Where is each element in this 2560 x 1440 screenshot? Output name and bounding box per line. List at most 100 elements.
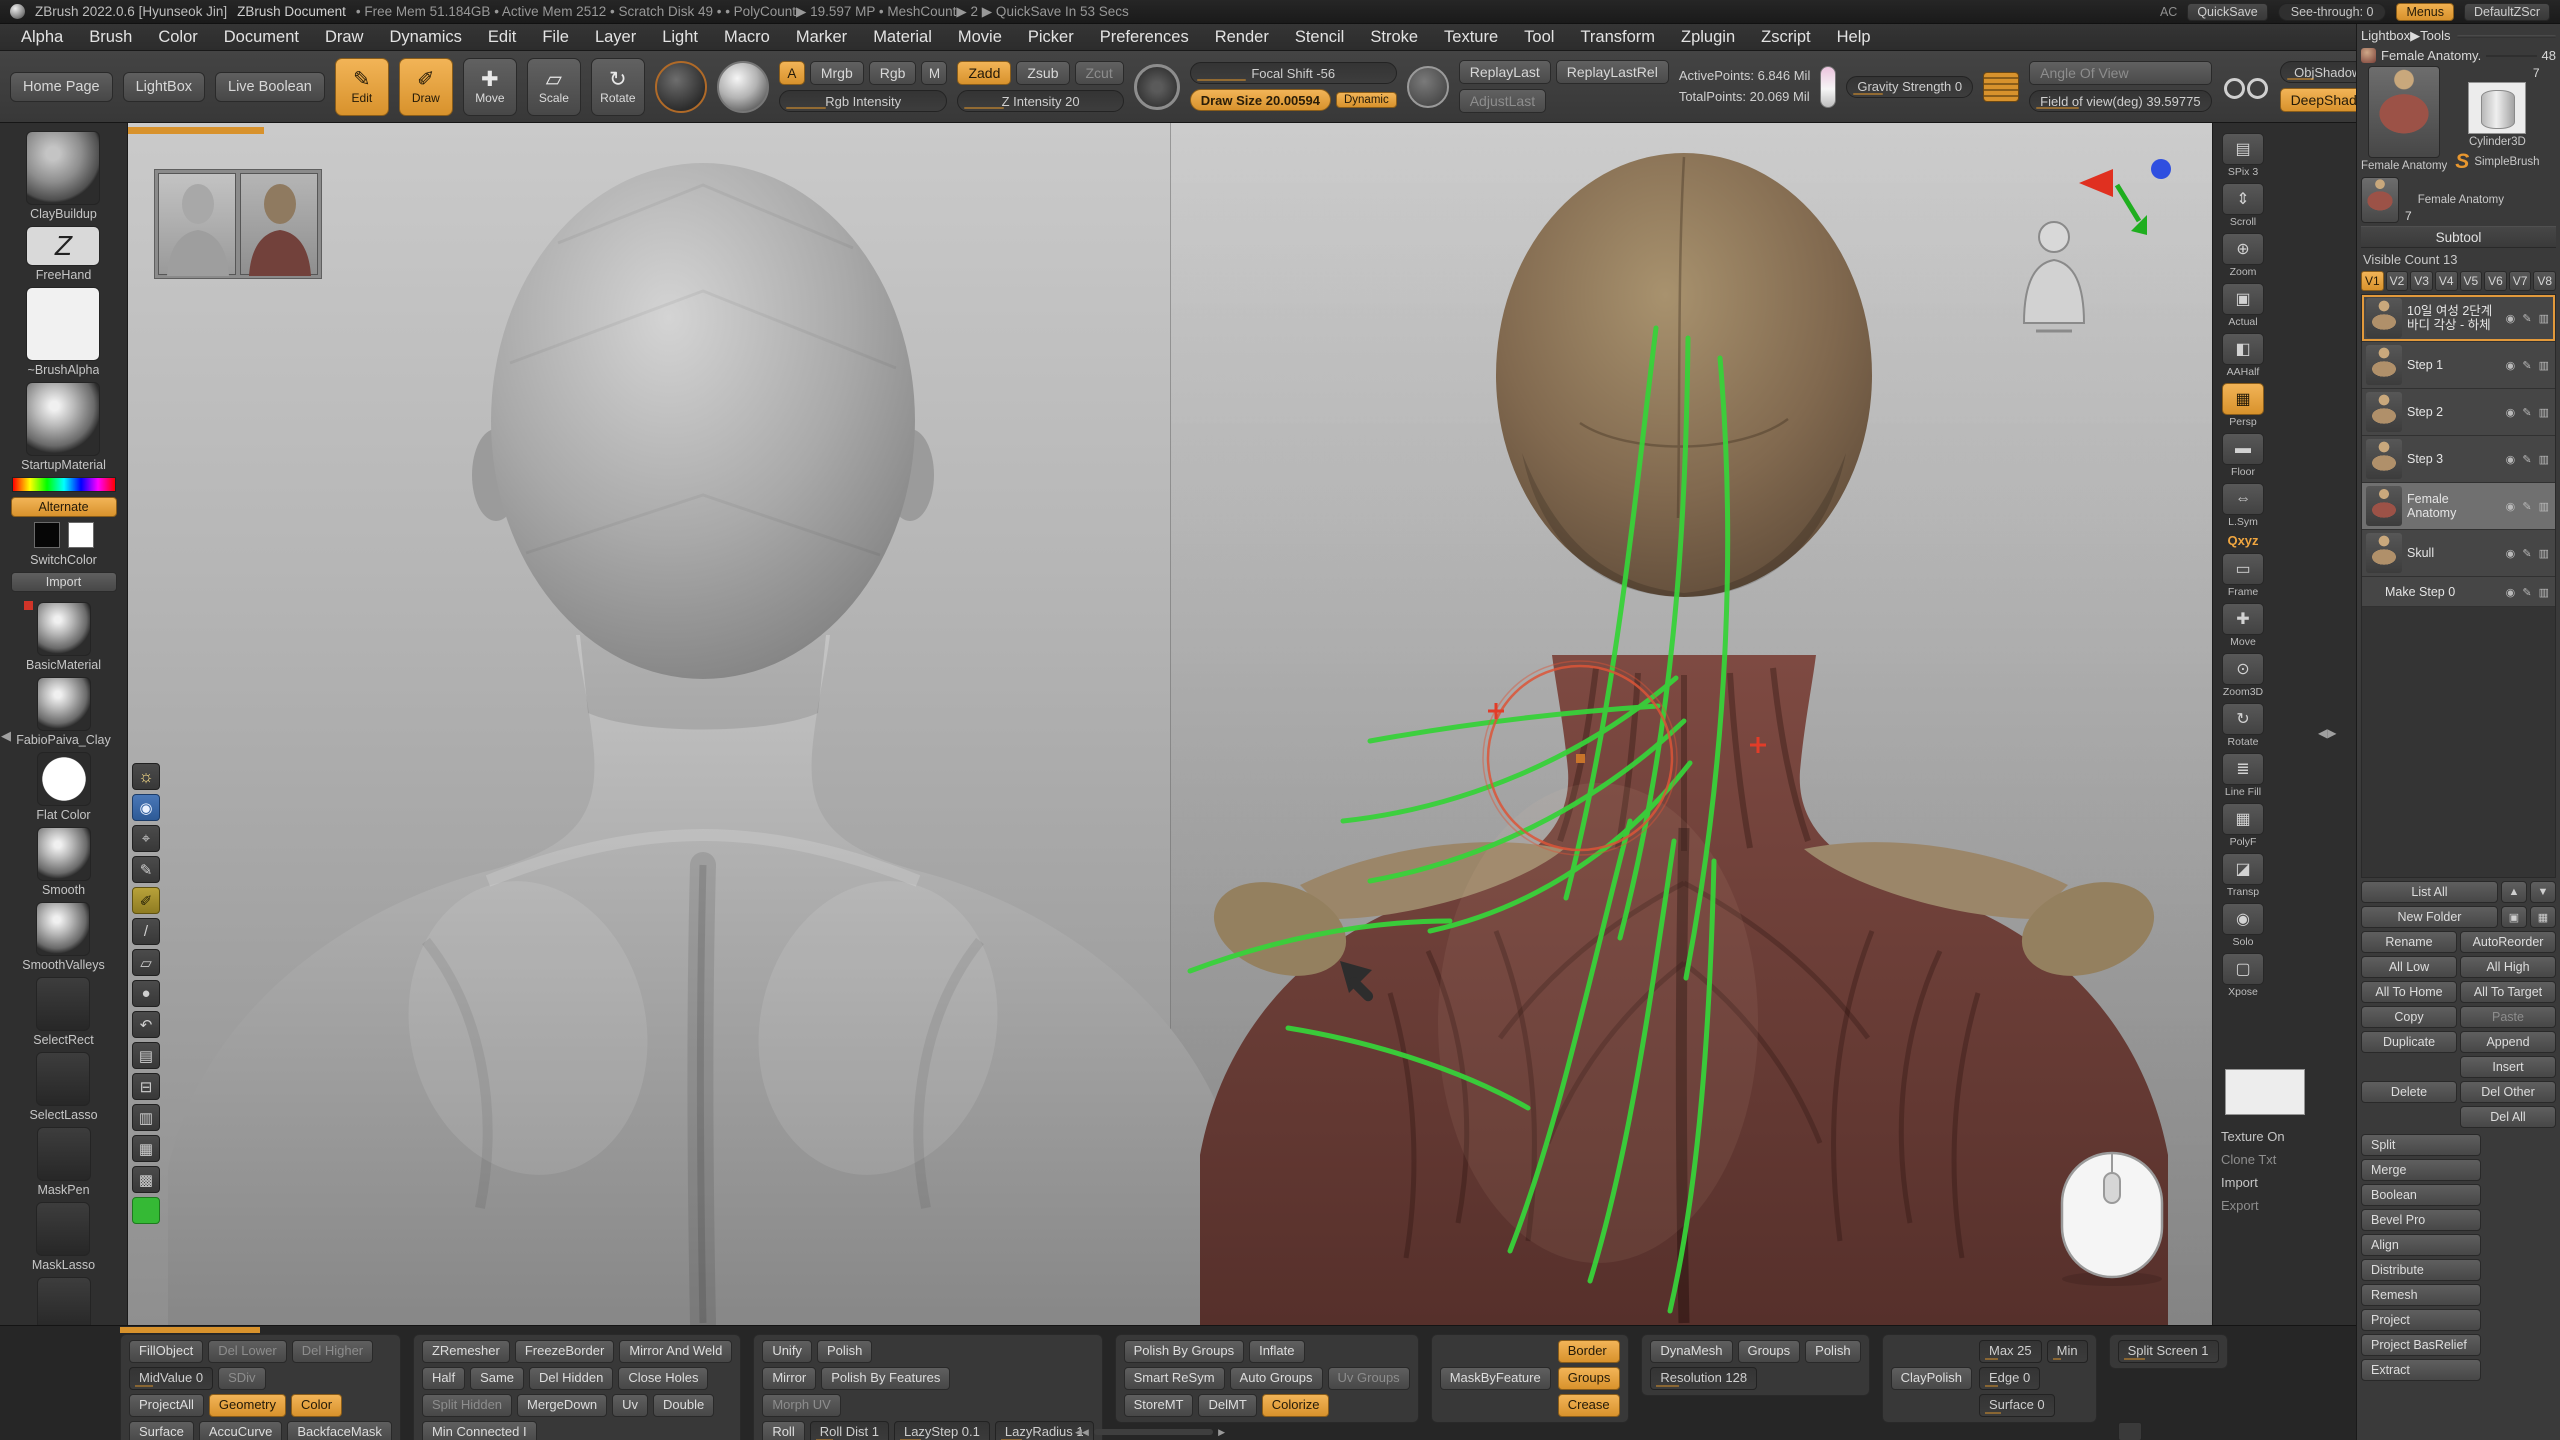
panel-button[interactable]: Geometry	[209, 1394, 286, 1417]
switch-color-button[interactable]: SwitchColor	[30, 553, 97, 567]
panel-button[interactable]: Polish By Groups	[1124, 1340, 1244, 1363]
panel-button[interactable]: MergeDown	[517, 1394, 607, 1417]
maskbyfeature-button[interactable]: MaskByFeature	[1440, 1367, 1551, 1390]
subtool-action-button[interactable]: Append	[2460, 1031, 2556, 1053]
panel-button[interactable]: Color	[291, 1394, 342, 1417]
panel-button[interactable]: Mirror	[762, 1367, 816, 1390]
tool-thumbnail-simplebrush[interactable]: S SimpleBrush	[2455, 150, 2539, 174]
subtool-row[interactable]: Make Step 0	[2362, 577, 2555, 607]
texture-palette-item[interactable]: Export	[2221, 1198, 2285, 1213]
panel-button[interactable]: Unify	[762, 1340, 812, 1363]
trash-icon[interactable]: ⊟	[132, 1073, 160, 1100]
menu-item[interactable]: Document	[211, 26, 312, 49]
left-tray-collapse-handle[interactable]	[1, 728, 11, 744]
subtool-action-button[interactable]: All To Target	[2460, 981, 2556, 1003]
subtool-version-tab[interactable]: V3	[2410, 271, 2433, 291]
eraser-icon[interactable]: ▱	[132, 949, 160, 976]
panel-button[interactable]: Split Hidden	[422, 1394, 512, 1417]
menu-item[interactable]: Macro	[711, 26, 783, 49]
zsub-button[interactable]: Zsub	[1016, 61, 1069, 85]
edit-button[interactable]: ✎ Edit	[335, 58, 389, 116]
panel-button[interactable]: Border	[1558, 1340, 1621, 1363]
subtool-row-icons[interactable]	[2506, 403, 2551, 421]
panel-button[interactable]: Smart ReSym	[1124, 1367, 1225, 1390]
right-panel-resize-handle[interactable]	[2318, 726, 2336, 740]
clipboard-icon[interactable]: ▥	[132, 1104, 160, 1131]
brush-slot[interactable]: FreeHand	[26, 226, 100, 282]
dynamic-toggle[interactable]: Dynamic	[1336, 92, 1397, 108]
zadd-button[interactable]: Zadd	[957, 61, 1011, 85]
zcut-button[interactable]: Zcut	[1075, 61, 1124, 85]
linefill-button[interactable]: ≣ Line Fill	[2217, 753, 2269, 798]
subtool-row[interactable]: 10일 여성 2단계 바디 각상 - 하체	[2362, 295, 2555, 342]
menu-item[interactable]: File	[529, 26, 582, 49]
xpose-button[interactable]: ▢ Xpose	[2217, 953, 2269, 998]
grid-icon[interactable]: ▦	[132, 1135, 160, 1162]
tool-thumbnail-female-anatomy[interactable]	[2368, 66, 2440, 158]
panel-button[interactable]: Max 25	[1979, 1340, 2042, 1363]
brush-slot[interactable]: ClayBuildup	[26, 131, 100, 221]
panel-button[interactable]: Min	[2047, 1340, 2088, 1363]
menu-item[interactable]: Layer	[582, 26, 649, 49]
subtool-action-button[interactable]: Copy	[2361, 1006, 2457, 1028]
move-button[interactable]: ✚ Move	[463, 58, 517, 116]
gravity-strength-slider[interactable]: Gravity Strength 0	[1846, 76, 1973, 98]
panel-button[interactable]: Groups	[1558, 1367, 1621, 1390]
panel-button[interactable]: ProjectAll	[129, 1394, 204, 1417]
panel-button[interactable]: Polish	[817, 1340, 872, 1363]
marker-icon[interactable]: ✐	[132, 887, 160, 914]
subtool-action-button[interactable]: Duplicate	[2361, 1031, 2457, 1053]
subtool-action-button[interactable]: All Low	[2361, 956, 2457, 978]
move-up-button[interactable]	[2501, 881, 2527, 903]
brush-falloff-icon[interactable]	[1134, 64, 1180, 110]
texture-palette-item[interactable]: Import	[2221, 1175, 2285, 1190]
subtool-version-tab[interactable]: V7	[2509, 271, 2532, 291]
menu-item[interactable]: Texture	[1431, 26, 1511, 49]
zoom3d-button[interactable]: ⊙ Zoom3D	[2217, 653, 2269, 698]
panel-button[interactable]: Morph UV	[762, 1394, 841, 1417]
pen-icon[interactable]: ✎	[132, 856, 160, 883]
list-all-button[interactable]: List All	[2361, 881, 2498, 903]
panel-button[interactable]: Min Connected I	[422, 1421, 537, 1440]
menus-button[interactable]: Menus	[2396, 3, 2454, 21]
camera-doll[interactable]	[2006, 219, 2101, 339]
subtool-row-icons[interactable]	[2506, 309, 2551, 327]
adjust-last-button[interactable]: AdjustLast	[1459, 89, 1546, 113]
panel-button[interactable]: Roll Dist 1	[810, 1421, 889, 1440]
subtool-version-tab[interactable]: V2	[2386, 271, 2409, 291]
material-slot[interactable]: Smooth	[37, 827, 91, 897]
menu-item[interactable]: Material	[860, 26, 945, 49]
subtool-action-button[interactable]: Boolean	[2361, 1184, 2481, 1206]
panel-button[interactable]: StoreMT	[1124, 1394, 1194, 1417]
scroll-right-icon[interactable]	[1218, 1427, 1225, 1438]
subtool-action-button[interactable]: Split	[2361, 1134, 2481, 1156]
replay-last-rel-button[interactable]: ReplayLastRel	[1556, 60, 1669, 84]
brush-slot[interactable]: StartupMaterial	[21, 382, 106, 472]
subtool-action-button[interactable]: Extract	[2361, 1359, 2481, 1381]
subtool-action-button[interactable]: Paste	[2460, 1006, 2556, 1028]
menu-item[interactable]: Render	[1202, 26, 1282, 49]
menu-item[interactable]: Stencil	[1282, 26, 1358, 49]
mrgb-button[interactable]: Mrgb	[810, 61, 864, 85]
subtool-row-icons[interactable]	[2506, 497, 2551, 515]
material-slot[interactable]: SelectRect	[33, 977, 93, 1047]
subtool-action-button[interactable]: Remesh	[2361, 1284, 2481, 1306]
menu-item[interactable]: Zplugin	[1668, 26, 1748, 49]
texture-palette-item[interactable]: Texture On	[2221, 1129, 2285, 1144]
subtool-action-button[interactable]: Delete	[2361, 1081, 2457, 1103]
panel-button[interactable]: AccuCurve	[199, 1421, 283, 1440]
scale-button[interactable]: ▱ Scale	[527, 58, 581, 116]
panel-button[interactable]: Crease	[1558, 1394, 1621, 1417]
menu-item[interactable]: Draw	[312, 26, 377, 49]
hue-strip[interactable]	[13, 478, 115, 491]
material-slot[interactable]: MeshExtrude	[27, 1277, 101, 1325]
panel-button[interactable]: SDiv	[218, 1367, 265, 1390]
panel-button[interactable]: Auto Groups	[1230, 1367, 1323, 1390]
subtool-action-button[interactable]: Project	[2361, 1309, 2481, 1331]
texture-preview[interactable]	[2225, 1069, 2305, 1115]
dot-icon[interactable]: ●	[132, 980, 160, 1007]
material-slot[interactable]: MaskLasso	[32, 1202, 95, 1272]
current-material-preview[interactable]	[717, 61, 769, 113]
menu-item[interactable]: Dynamics	[376, 26, 474, 49]
menu-item[interactable]: Edit	[475, 26, 529, 49]
